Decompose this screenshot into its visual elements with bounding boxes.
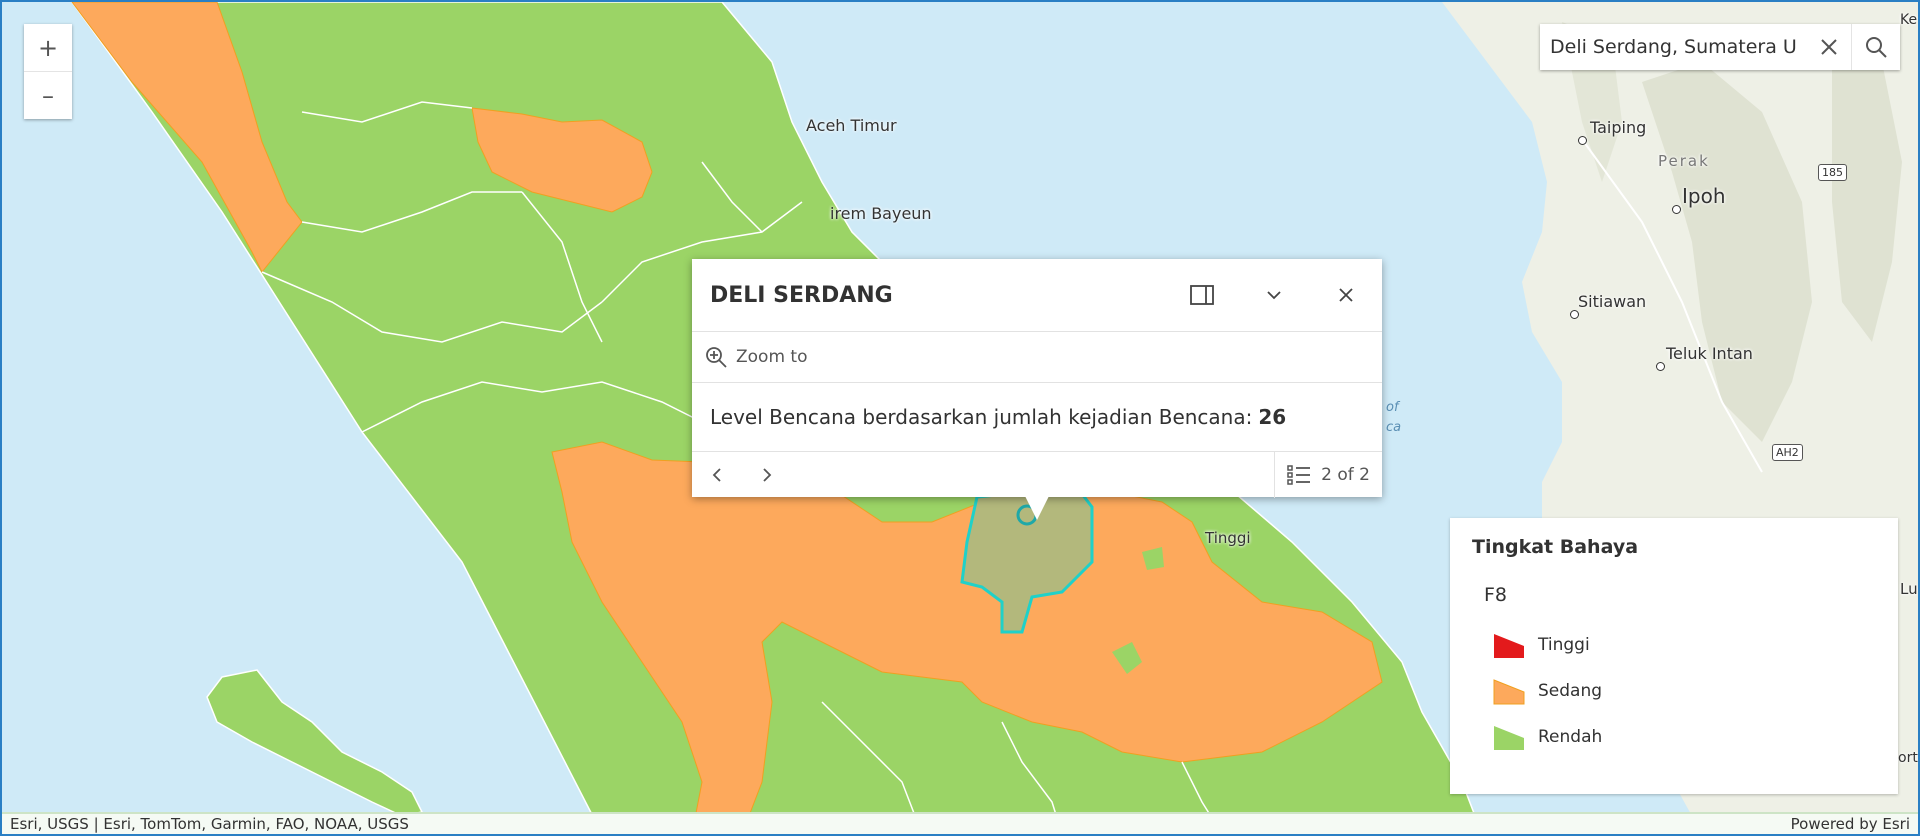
search-widget [1540, 23, 1900, 71]
place-label: Taiping [1590, 118, 1647, 137]
zoom-in-icon [706, 347, 727, 368]
attribution-text[interactable]: Esri, USGS | Esri, TomTom, Garmin, FAO, … [2, 815, 417, 833]
place-label: ca [1386, 420, 1402, 435]
content-label: Level Bencana berdasarkan jumlah kejadia… [710, 405, 1253, 429]
popup-pointer [1025, 496, 1049, 520]
legend-layer-name: F8 [1484, 584, 1508, 606]
zoom-to-action[interactable]: Zoom to [692, 332, 1382, 383]
city-dot [1672, 205, 1681, 214]
zoom-out-button[interactable]: – [24, 71, 72, 119]
popup-footer: 2 of 2 [692, 452, 1382, 498]
legend-title: Tingkat Bahaya [1472, 536, 1639, 558]
place-label: Sitiawan [1578, 292, 1647, 311]
legend-label: Rendah [1538, 727, 1603, 747]
city-dot [1656, 362, 1665, 371]
zoom-control: + – [24, 24, 72, 119]
road-shield: AH2 [1772, 444, 1803, 461]
map-view[interactable]: Aceh Timur irem Bayeun Taiping Perak Ipo… [0, 0, 1920, 836]
place-label: Aceh Timur [806, 116, 897, 135]
search-clear-button[interactable] [1807, 24, 1851, 70]
city-dot [1570, 310, 1579, 319]
list-icon [1287, 465, 1311, 485]
place-label: Lu [1900, 580, 1918, 598]
feature-list-button[interactable]: 2 of 2 [1274, 452, 1382, 498]
legend-item: Tinggi [1492, 630, 1590, 660]
search-input[interactable] [1540, 23, 1807, 71]
legend-label: Tinggi [1538, 635, 1590, 655]
place-label: Perak [1658, 152, 1710, 170]
popup-content: Level Bencana berdasarkan jumlah kejadia… [692, 383, 1382, 452]
close-icon [1821, 39, 1837, 55]
feature-count: 2 of 2 [1321, 465, 1370, 485]
place-label: Teluk Intan [1666, 344, 1753, 363]
legend-swatch [1494, 634, 1524, 658]
place-label: of [1386, 400, 1399, 415]
legend-item: Sedang [1492, 676, 1602, 706]
feature-popup: DELI SERDANG Zoom to Level Bencana berda… [692, 259, 1382, 520]
dock-button[interactable] [1166, 259, 1238, 331]
place-label: irem Bayeun [830, 204, 932, 223]
powered-by[interactable]: Powered by Esri [1783, 815, 1918, 833]
legend-item: Rendah [1492, 722, 1602, 752]
dock-icon [1190, 285, 1214, 305]
zoom-to-label: Zoom to [736, 347, 808, 367]
road-shield: 185 [1818, 164, 1847, 181]
content-value: 26 [1258, 405, 1287, 429]
place-label: Ke [1900, 12, 1918, 28]
previous-feature-button[interactable] [692, 452, 742, 498]
popup-title: DELI SERDANG [710, 282, 893, 308]
search-icon [1866, 37, 1887, 58]
city-dot [1578, 136, 1587, 145]
legend-swatch [1493, 679, 1525, 705]
place-label: Ipoh [1682, 184, 1726, 208]
chevron-down-icon [1267, 291, 1281, 300]
next-feature-button[interactable] [742, 452, 792, 498]
legend-label: Sedang [1538, 681, 1603, 701]
popup-header: DELI SERDANG [692, 259, 1382, 332]
place-label: Tinggi [1205, 529, 1251, 547]
legend-panel: Tingkat Bahaya F8 Tinggi Sedang Rendah [1450, 518, 1898, 794]
place-label: ort [1898, 750, 1918, 766]
close-button[interactable] [1310, 259, 1382, 331]
collapse-button[interactable] [1238, 259, 1310, 331]
chevron-left-icon [712, 468, 721, 482]
search-button[interactable] [1851, 24, 1900, 70]
zoom-in-button[interactable]: + [24, 24, 72, 71]
chevron-right-icon [763, 468, 772, 482]
attribution-bar: Esri, USGS | Esri, TomTom, Garmin, FAO, … [2, 814, 1918, 834]
legend-swatch [1494, 726, 1524, 750]
close-icon [1339, 288, 1353, 302]
